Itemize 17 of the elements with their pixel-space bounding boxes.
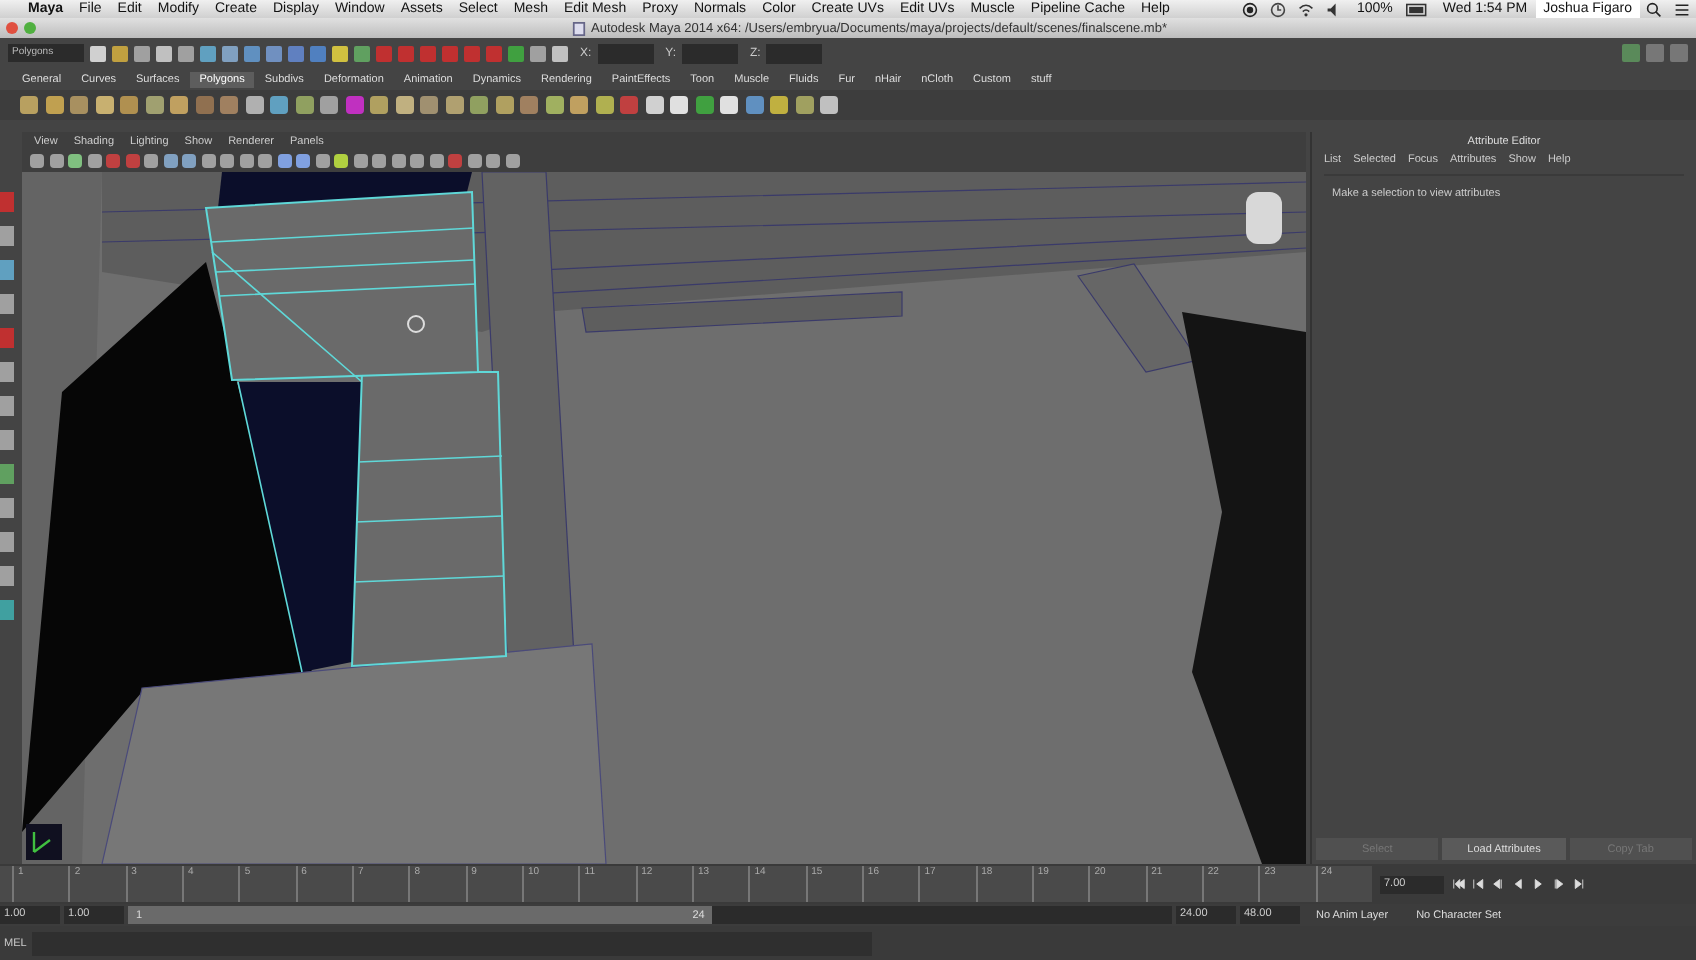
clock-icon[interactable] xyxy=(1270,1,1287,17)
playback-button-icon[interactable] xyxy=(1552,878,1566,890)
coordinate-field[interactable] xyxy=(597,43,654,63)
search-icon[interactable] xyxy=(1646,1,1662,17)
document-icon xyxy=(571,21,586,35)
list-icon[interactable] xyxy=(1674,1,1690,17)
close-button[interactable] xyxy=(6,22,18,34)
playback-button-icon[interactable] xyxy=(1572,878,1586,890)
zoom-button[interactable] xyxy=(24,22,36,34)
playback-button-icon[interactable] xyxy=(1492,878,1506,890)
coordinate-field[interactable] xyxy=(682,43,739,63)
playback-button-icon[interactable] xyxy=(1452,878,1466,890)
battery-icon[interactable] xyxy=(1406,1,1429,17)
playback-button-icon[interactable] xyxy=(1472,878,1486,890)
record-icon[interactable] xyxy=(1242,1,1259,17)
wifi-icon[interactable] xyxy=(1298,1,1315,17)
coordinate-field[interactable] xyxy=(766,43,823,63)
